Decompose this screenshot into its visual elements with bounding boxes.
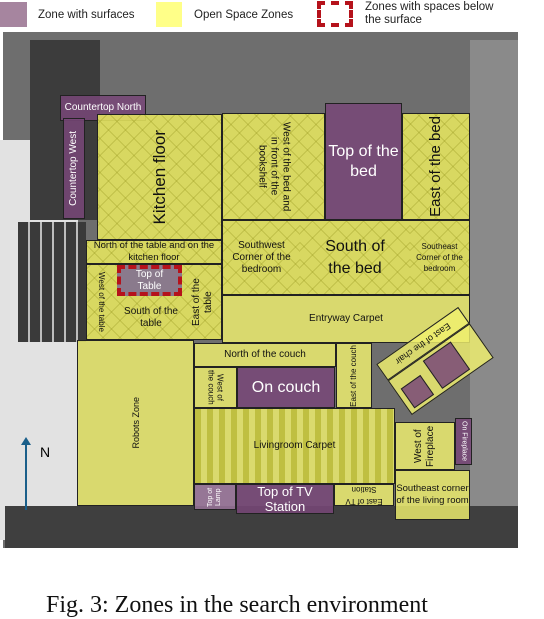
on-fireplace-label: On Fireplace — [460, 421, 468, 462]
zone-se-bedroom: Southeast Corner of the bedroom — [410, 220, 470, 295]
west-bed-label: West of the bed and in front of the book… — [256, 121, 292, 212]
east-bed-label: East of the bed — [427, 116, 444, 217]
zone-sw-bedroom: Southwest Corner of the bedroom — [222, 220, 300, 295]
east-couch-label: East of the couch — [349, 344, 358, 407]
north-arrow-icon — [25, 440, 27, 510]
zone-se-living: Southeast corner of the living room — [395, 470, 470, 520]
zone-top-table: Top of Table — [117, 265, 182, 296]
zone-east-tv: East of TV Station — [334, 484, 394, 506]
zone-west-bed: West of the bed and in front of the book… — [222, 113, 325, 220]
zone-top-tv: Top of TV Station — [236, 484, 334, 514]
legend-below-swatch — [317, 1, 353, 27]
zone-north-couch: North of the couch — [194, 343, 336, 367]
kitchen-floor-label: Kitchen floor — [149, 129, 169, 225]
legend-surfaces-label: Zone with surfaces — [38, 9, 135, 21]
figure-caption: Fig. 3: Zones in the search environment — [46, 592, 428, 618]
zone-south-table: South of the table — [124, 306, 178, 329]
west-table-label: West of the table — [97, 272, 106, 332]
east-tv-label: East of TV Station — [345, 485, 383, 506]
zone-livingroom-carpet: Livingroom Carpet — [194, 408, 395, 484]
zone-south-bed: South of the bed — [300, 220, 410, 295]
robots-label: Robots Zone — [130, 397, 141, 449]
top-lamp-label: Top of Lamp — [207, 487, 222, 507]
zone-top-bed: Top of the bed — [325, 103, 402, 220]
zone-on-fireplace: On Fireplace — [455, 418, 472, 465]
zone-countertop-west: Countertop West — [63, 118, 85, 219]
legend-below-line2: the surface — [365, 14, 422, 26]
zone-robots: Robots Zone — [77, 340, 194, 506]
zone-east-couch: East of the couch — [336, 343, 372, 408]
legend-open-swatch — [156, 2, 182, 27]
right-wall — [470, 40, 518, 540]
bookshelf — [18, 222, 86, 342]
zone-kitchen-floor: Kitchen floor — [97, 114, 222, 240]
east-table-label: East of the table — [191, 278, 214, 326]
zone-east-table: East of the table — [186, 266, 220, 338]
north-arrowhead-icon — [21, 437, 31, 445]
countertop-west-label: Countertop West — [68, 131, 79, 206]
zone-west-fireplace: West of Fireplace — [395, 422, 455, 470]
zone-east-bed: East of the bed — [402, 113, 470, 220]
zone-on-couch: On couch — [237, 367, 335, 408]
legend-below-line1: Zones with spaces below — [365, 1, 494, 13]
west-couch-label: West of the couch — [206, 370, 225, 405]
zone-north-table: North of the table and on the kitchen fl… — [86, 240, 222, 264]
north-label: N — [40, 444, 51, 460]
legend-surfaces-swatch — [0, 2, 27, 27]
west-fireplace-label: West of Fireplace — [413, 425, 436, 467]
legend-open-label: Open Space Zones — [194, 9, 294, 21]
zone-top-lamp: Top of Lamp — [194, 484, 236, 510]
legend-below-label: Zones with spaces below the surface — [365, 1, 493, 27]
zone-west-table: West of the table — [90, 266, 112, 338]
zone-west-couch: West of the couch — [194, 367, 237, 408]
